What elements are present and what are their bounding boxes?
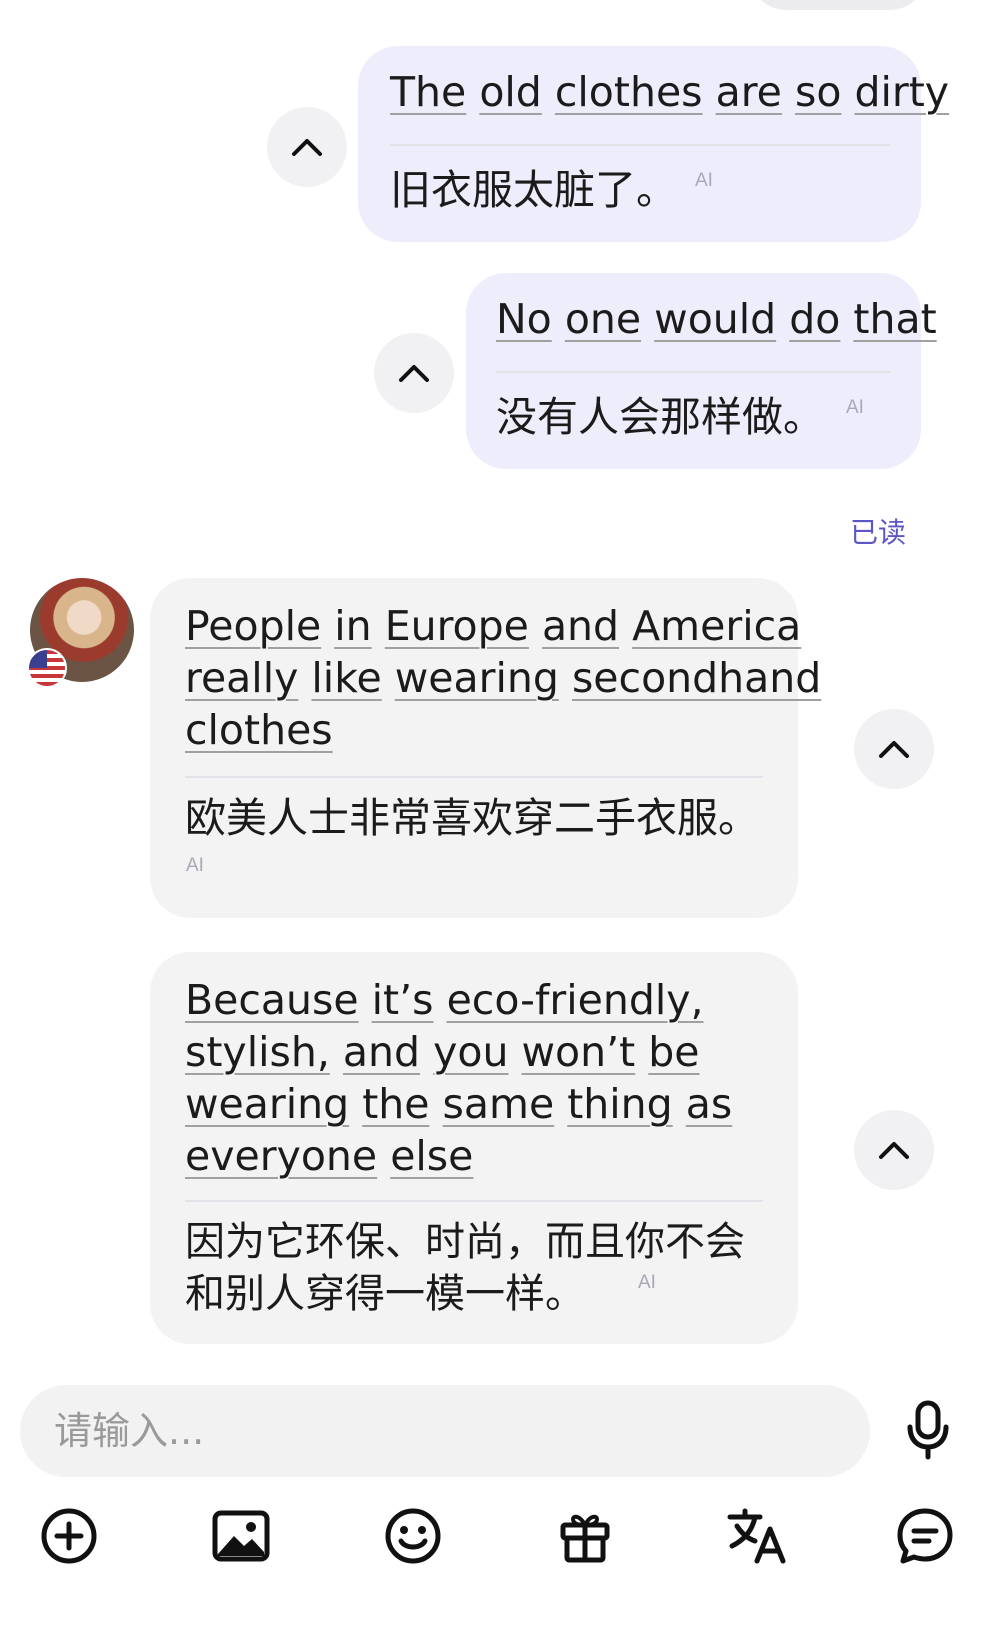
smiley-icon xyxy=(385,1508,441,1564)
chevron-up-icon xyxy=(292,139,322,156)
incoming-message-bubble[interactable]: People in Europe and America really like… xyxy=(150,578,821,918)
plus-circle-icon xyxy=(41,1508,97,1564)
divider xyxy=(185,776,763,778)
divider xyxy=(185,1200,763,1202)
translation-text: 欧美人士非常喜欢穿二手衣服。 xyxy=(185,794,759,842)
read-status: 已读 xyxy=(849,516,906,549)
outgoing-message-bubble[interactable]: No one would do that 没有人会那样做。 AI xyxy=(466,273,937,469)
ai-tag: AI xyxy=(695,170,713,191)
divider xyxy=(390,144,890,146)
gift-button[interactable] xyxy=(550,1501,620,1571)
ai-tag: AI xyxy=(186,855,204,876)
incoming-message-bubble[interactable]: Because it’s eco-friendly, stylish, and … xyxy=(150,952,798,1344)
outgoing-message-bubble[interactable]: The old clothes are so dirty 旧衣服太脏了。 AI xyxy=(358,46,949,242)
previous-message-edge xyxy=(750,0,926,10)
image-icon xyxy=(212,1510,270,1562)
ai-tag: AI xyxy=(638,1272,656,1293)
original-text: Because it’s eco-friendly, stylish, and … xyxy=(185,976,733,1180)
gift-icon xyxy=(560,1514,610,1563)
emoji-button[interactable] xyxy=(378,1501,448,1571)
original-text: No one would do that xyxy=(496,295,937,343)
original-text: The old clothes are so dirty xyxy=(390,68,950,116)
message-input[interactable]: 请输入... xyxy=(20,1385,870,1477)
add-button[interactable] xyxy=(34,1501,104,1571)
divider xyxy=(496,371,891,373)
collapse-translation-button[interactable] xyxy=(854,709,934,789)
microphone-icon xyxy=(907,1400,949,1460)
image-button[interactable] xyxy=(206,1501,276,1571)
chat-button[interactable] xyxy=(890,1501,960,1571)
chat-bubble-icon xyxy=(897,1508,953,1564)
us-flag-icon xyxy=(27,648,67,688)
chevron-up-icon xyxy=(399,365,429,382)
translation-text: 旧衣服太脏了。 xyxy=(390,166,677,214)
translation-text: 因为它环保、时尚，而且你不会 和别人穿得一模一样。 xyxy=(185,1219,745,1317)
chevron-up-icon xyxy=(879,741,909,758)
collapse-translation-button[interactable] xyxy=(374,333,454,413)
message-input-placeholder: 请输入... xyxy=(54,1409,205,1453)
chevron-up-icon xyxy=(879,1142,909,1159)
original-text: People in Europe and America really like… xyxy=(185,602,822,754)
translate-button[interactable] xyxy=(722,1501,792,1571)
voice-input-button[interactable] xyxy=(893,1395,963,1465)
translate-icon xyxy=(727,1508,786,1564)
ai-tag: AI xyxy=(846,397,864,418)
collapse-translation-button[interactable] xyxy=(267,107,347,187)
translation-text: 没有人会那样做。 xyxy=(496,393,824,441)
collapse-translation-button[interactable] xyxy=(854,1110,934,1190)
